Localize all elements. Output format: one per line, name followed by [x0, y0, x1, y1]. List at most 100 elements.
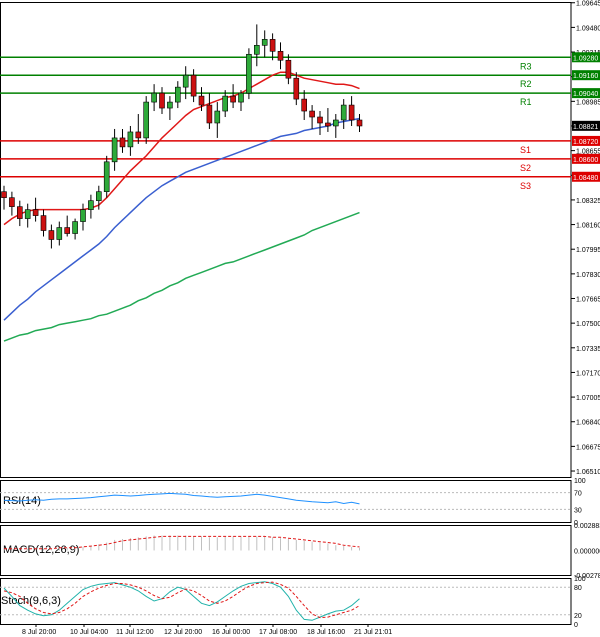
candle-body-up — [332, 119, 339, 127]
level-name-r1: R1 — [520, 97, 532, 107]
time-label: 8 Jul 20:00 — [22, 629, 56, 636]
price-tick-label: 1.07500 — [576, 321, 600, 328]
candle-body-up — [127, 131, 134, 148]
price-tick-label: 1.09645 — [576, 1, 600, 8]
time-label: 12 Jul 20:00 — [164, 629, 202, 636]
level-price-label: 1.09160 — [573, 73, 598, 80]
candle-body-up — [151, 92, 157, 103]
candle-body-down — [159, 92, 165, 109]
price-tick-label: 1.07830 — [576, 272, 600, 279]
candle-body-down — [32, 209, 39, 216]
candle-body-up — [56, 227, 63, 240]
candle-body-up — [238, 92, 244, 103]
rsi-line — [3, 492, 360, 505]
macd-frame — [0, 525, 572, 576]
price-tick-label: 1.06840 — [576, 420, 600, 427]
time-label: 17 Jul 08:00 — [259, 629, 297, 636]
candle-body-up — [214, 110, 221, 124]
level-price-label: 1.08720 — [573, 139, 598, 146]
price-tick-label: 1.08985 — [576, 99, 600, 106]
time-label: 16 Jul 00:00 — [212, 629, 250, 636]
candle-body-up — [103, 161, 110, 193]
candle-body-down — [285, 59, 292, 79]
chart-canvas: R3R2R1S1S2S3 1.096451.094801.093151.0915… — [0, 1, 600, 636]
macd-panel: MACD(12,26,9)0.0028830.000000-0.002783 — [3, 523, 600, 580]
stoch-panel: Stoch(9,6,3)10080200 — [0, 576, 586, 629]
macd-tick-label: 0.000000 — [574, 548, 600, 555]
rsi-tick-label: 70 — [574, 491, 582, 498]
candle-body-down — [325, 122, 331, 127]
candle-body-up — [111, 137, 118, 163]
price-tick-label: 1.09480 — [576, 25, 600, 32]
candle-body-down — [277, 50, 284, 61]
candle-body-up — [80, 209, 86, 222]
time-label: 10 Jul 04:00 — [70, 629, 108, 636]
candle-body-down — [309, 110, 315, 118]
time-label: 18 Jul 16:00 — [307, 629, 345, 636]
candle-body-up — [254, 45, 260, 55]
time-label: 21 Jul 21:01 — [354, 629, 392, 636]
candle-body-up — [96, 191, 102, 201]
price-tick-label: 1.08160 — [576, 223, 600, 230]
level-name-r2: R2 — [520, 79, 532, 89]
ma-red-line — [3, 71, 360, 226]
pivot-levels: R3 R2 R1 S1 S2 S3 — [0, 56, 571, 191]
price-tick-label: 1.07665 — [576, 297, 600, 304]
price-tick-label: 1.06510 — [576, 469, 600, 476]
candle-body-down — [40, 215, 47, 231]
ma-blue-line — [3, 117, 360, 321]
candle-body-up — [182, 74, 189, 88]
candle-body-up — [222, 95, 228, 112]
candle-body-down — [230, 95, 236, 103]
price-tick-label: 1.07005 — [576, 395, 600, 402]
macd-label: MACD(12,26,9) — [3, 544, 79, 556]
price-tick-label: 1.08325 — [576, 198, 600, 205]
candle-body-down — [301, 98, 308, 112]
price-tick-label: 1.07995 — [576, 247, 600, 254]
level-price-label: 1.08600 — [573, 157, 598, 164]
candle-body-down — [198, 95, 205, 106]
candle-body-up — [175, 86, 181, 103]
level-price-label: 1.09280 — [573, 55, 598, 62]
candle-body-down — [317, 116, 323, 124]
candle-body-up — [167, 101, 173, 109]
candle-body-down — [356, 119, 363, 127]
candle-body-down — [119, 137, 126, 148]
level-name-s1: S1 — [520, 145, 531, 155]
level-price-label: 1.09040 — [573, 91, 598, 98]
candle-body-up — [72, 221, 78, 234]
candle-body-up — [88, 200, 94, 210]
panel-frames — [0, 2, 572, 625]
candle-body-down — [206, 104, 213, 124]
rsi-frame — [0, 480, 572, 523]
candle-body-down — [135, 131, 142, 139]
candle-body-up — [143, 101, 149, 139]
candle-body-up — [24, 209, 31, 219]
candle-body-down — [269, 39, 276, 52]
candle-body-up — [261, 39, 268, 46]
candle-body-down — [48, 230, 55, 240]
rsi-tick-label: 30 — [574, 507, 582, 514]
price-axis: 1.096451.094801.093151.091501.089851.088… — [571, 1, 600, 476]
moving-averages — [3, 71, 360, 342]
time-label: 11 Jul 12:00 — [116, 629, 154, 636]
stoch-tick-label: 80 — [574, 585, 582, 592]
level-name-r3: R3 — [520, 61, 532, 71]
candle-body-down — [293, 77, 300, 100]
stoch-tick-label: 0 — [574, 622, 578, 629]
level-name-s3: S3 — [520, 181, 531, 191]
candle-body-up — [246, 53, 252, 94]
price-tick-label: 1.06675 — [576, 444, 600, 451]
stoch-tick-label: 100 — [574, 576, 586, 583]
current-price-label: 1.08821 — [573, 124, 598, 131]
candle-body-down — [9, 197, 15, 207]
candle-body-down — [64, 227, 70, 234]
candle-body-down — [16, 206, 23, 219]
time-axis: 8 Jul 20:00 10 Jul 04:00 11 Jul 12:00 12 Ju… — [22, 624, 392, 636]
candle-body-down — [1, 191, 7, 198]
level-name-s2: S2 — [520, 163, 531, 173]
candle-body-up — [340, 104, 347, 121]
stoch-tick-label: 20 — [574, 613, 582, 620]
price-tick-label: 1.07335 — [576, 346, 600, 353]
rsi-panel: RSI(14)10070300 — [0, 478, 586, 527]
